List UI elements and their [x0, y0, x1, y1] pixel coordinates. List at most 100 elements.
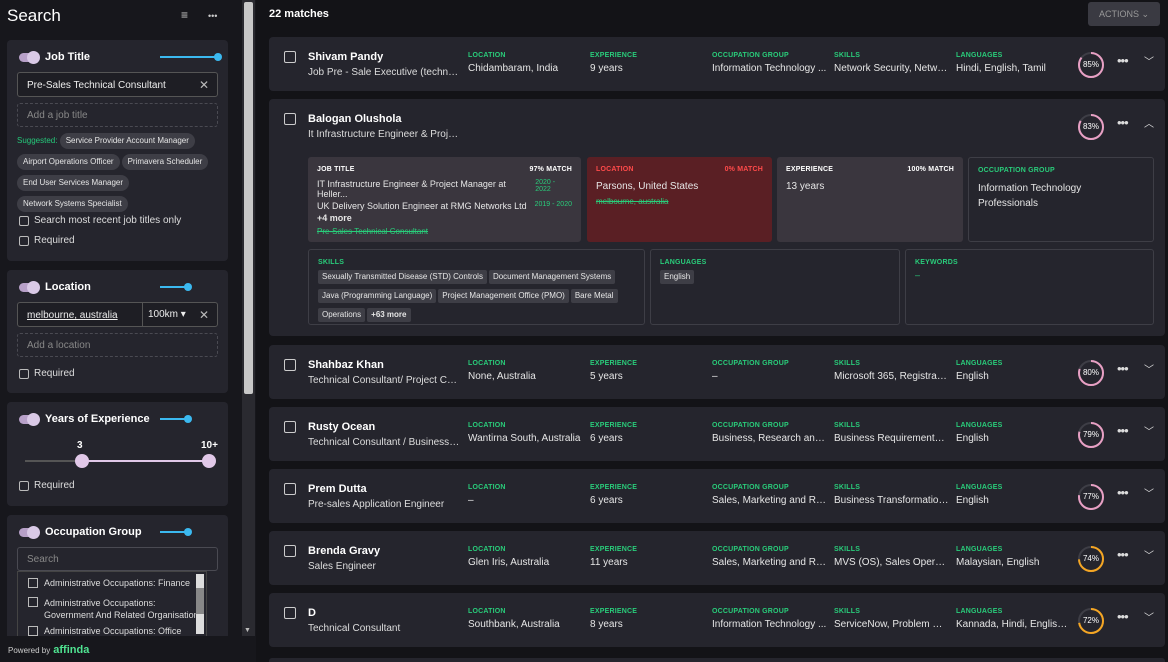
- recent-titles-checkbox[interactable]: Search most recent job titles only: [19, 215, 181, 226]
- actions-button[interactable]: ACTIONS ⌄: [1088, 2, 1160, 26]
- candidate-name[interactable]: Balogan Olushola: [308, 113, 402, 125]
- location-label: LOCATION: [468, 546, 506, 553]
- candidate-card[interactable]: Shahbaz Khan Technical Consultant/ Proje…: [269, 345, 1165, 399]
- more-icon[interactable]: •••: [1117, 485, 1129, 500]
- required-checkbox[interactable]: Required: [19, 368, 75, 379]
- search-term: Pre-Sales Technical Consultant: [317, 227, 429, 236]
- app: Search ≡ ••• Job Title Pre-Sales Technic…: [0, 0, 1168, 662]
- suggestion-chip[interactable]: End User Services Manager: [17, 175, 130, 191]
- keywords-value: –: [915, 270, 921, 280]
- select-checkbox[interactable]: [284, 359, 296, 371]
- select-checkbox[interactable]: [284, 113, 296, 125]
- suggestion-chip[interactable]: Airport Operations Officer: [17, 154, 120, 170]
- job-title-weight-slider[interactable]: [160, 53, 222, 61]
- chevron-down-icon[interactable]: ﹀: [1144, 53, 1154, 68]
- occupation-toggle[interactable]: [19, 525, 40, 539]
- job-title-input[interactable]: Pre-Sales Technical Consultant ✕: [17, 72, 218, 97]
- candidate-name[interactable]: Brenda Gravy: [308, 545, 380, 557]
- location-value: Southbank, Australia: [468, 619, 560, 630]
- candidate-card[interactable]: Brenda Gravy Sales Engineer LOCATION Glen …: [269, 531, 1165, 585]
- candidate-card[interactable]: Prem Dutta Pre-sales Application Enginee…: [269, 469, 1165, 523]
- clear-icon[interactable]: ✕: [199, 308, 209, 322]
- candidate-card[interactable]: Shivam Pandy Job Pre - Sale Executive (t…: [269, 37, 1165, 91]
- location-panel: Location melbourne, australia 100km ▾ ✕ Ad…: [7, 270, 228, 393]
- location-detail: LOCATION 0% Match Parsons, United States …: [587, 157, 772, 242]
- skills-value: Business Transformation,...: [834, 495, 949, 506]
- experience-value: 11 years: [590, 557, 628, 568]
- job-title-toggle[interactable]: [19, 50, 40, 64]
- experience-label: EXPERIENCE: [590, 52, 638, 59]
- candidate-name[interactable]: Shivam Pandy: [308, 51, 383, 63]
- list-scrollbar[interactable]: [196, 574, 204, 634]
- occupation-label: OCCUPATION GROUP: [712, 360, 789, 367]
- more-icon[interactable]: •••: [1117, 115, 1129, 130]
- location-toggle[interactable]: [19, 280, 40, 294]
- candidate-card[interactable]: Rusty Ocean Technical Consultant / Busin…: [269, 407, 1165, 461]
- sidebar-scrollbar[interactable]: ▼: [242, 0, 255, 636]
- location-input[interactable]: melbourne, australia 100km ▾ ✕: [17, 302, 218, 327]
- required-label: Required: [34, 368, 75, 379]
- required-checkbox[interactable]: Required: [19, 480, 75, 491]
- suggestion-chip[interactable]: Service Provider Account Manager: [59, 133, 195, 149]
- suggestion-chip[interactable]: Primavera Scheduler: [121, 154, 209, 170]
- detail-label: KEYWORDS: [915, 259, 958, 266]
- candidate-name[interactable]: D: [308, 607, 316, 619]
- skill-chip: Java (Programming Language): [318, 289, 437, 303]
- occupation-search-input[interactable]: Search: [17, 547, 218, 571]
- chevron-down-icon[interactable]: ﹀: [1144, 609, 1154, 624]
- candidate-name[interactable]: Prem Dutta: [308, 483, 367, 495]
- languages-label: LANGUAGES: [956, 52, 1003, 59]
- experience-toggle[interactable]: [19, 412, 40, 426]
- list-item[interactable]: Administrative Occupations: Finance: [28, 578, 190, 588]
- more-icon[interactable]: •••: [208, 11, 217, 21]
- list-item[interactable]: Administrative Occupations: Government A…: [28, 597, 204, 621]
- more-icon[interactable]: •••: [1117, 423, 1129, 438]
- occupation-value: –: [712, 371, 718, 382]
- experience-weight-slider[interactable]: [160, 415, 192, 423]
- chevron-down-icon[interactable]: ﹀: [1144, 423, 1154, 438]
- select-checkbox[interactable]: [284, 421, 296, 433]
- more-skills-link[interactable]: +63 more: [367, 308, 411, 322]
- experience-label: EXPERIENCE: [590, 608, 638, 615]
- suggestion-chip[interactable]: Network Systems Specialist: [17, 196, 128, 212]
- experience-column: EXPERIENCE 9 years: [590, 52, 705, 74]
- radius-select[interactable]: 100km ▾: [142, 303, 191, 326]
- select-checkbox[interactable]: [284, 51, 296, 63]
- select-checkbox[interactable]: [284, 545, 296, 557]
- candidate-title: Technical Consultant/ Project Coo...: [308, 375, 460, 386]
- location-column: LOCATION Glen Iris, Australia: [468, 546, 583, 568]
- location-weight-slider[interactable]: [160, 283, 192, 291]
- more-icon[interactable]: •••: [1117, 547, 1129, 562]
- candidate-name[interactable]: Shahbaz Khan: [308, 359, 384, 371]
- more-link[interactable]: +4 more: [317, 213, 572, 223]
- occupation-weight-slider[interactable]: [160, 528, 192, 536]
- select-checkbox[interactable]: [284, 483, 296, 495]
- location-value: Glen Iris, Australia: [468, 557, 550, 568]
- experience-label: Years of Experience: [45, 413, 150, 425]
- more-icon[interactable]: •••: [1117, 361, 1129, 376]
- experience-value: 6 years: [590, 433, 623, 444]
- candidate-card[interactable]: D Technical Consultant LOCATION Southbank,…: [269, 593, 1165, 647]
- select-checkbox[interactable]: [284, 607, 296, 619]
- occupation-item-label: Administrative Occupations: Government A…: [44, 598, 204, 620]
- languages-label: LANGUAGES: [956, 484, 1003, 491]
- experience-column: EXPERIENCE 11 years: [590, 546, 705, 568]
- range-min-handle[interactable]: [75, 454, 89, 468]
- more-icon[interactable]: •••: [1117, 53, 1129, 68]
- chevron-down-icon[interactable]: ﹀: [1144, 361, 1154, 376]
- chevron-down-icon[interactable]: ﹀: [1144, 547, 1154, 562]
- clear-icon[interactable]: ✕: [199, 78, 209, 92]
- required-checkbox[interactable]: Required: [19, 235, 75, 246]
- occupation-panel: Occupation Group Search Administrative O…: [7, 515, 228, 636]
- add-job-title-input[interactable]: Add a job title: [17, 103, 218, 127]
- list-item[interactable]: Administrative Occupations: Office: [28, 626, 181, 636]
- filter-icon[interactable]: ≡: [181, 8, 188, 22]
- candidate-card-expanded[interactable]: Balogan Olushola It Infrastructure Engin…: [269, 99, 1165, 336]
- add-location-input[interactable]: Add a location: [17, 333, 218, 357]
- chevron-down-icon[interactable]: ﹀: [1144, 485, 1154, 500]
- skills-label: SKILLS: [834, 546, 861, 553]
- candidate-name[interactable]: Rusty Ocean: [308, 421, 375, 433]
- chevron-up-icon[interactable]: ︿: [1144, 115, 1154, 130]
- range-max-handle[interactable]: [202, 454, 216, 468]
- more-icon[interactable]: •••: [1117, 609, 1129, 624]
